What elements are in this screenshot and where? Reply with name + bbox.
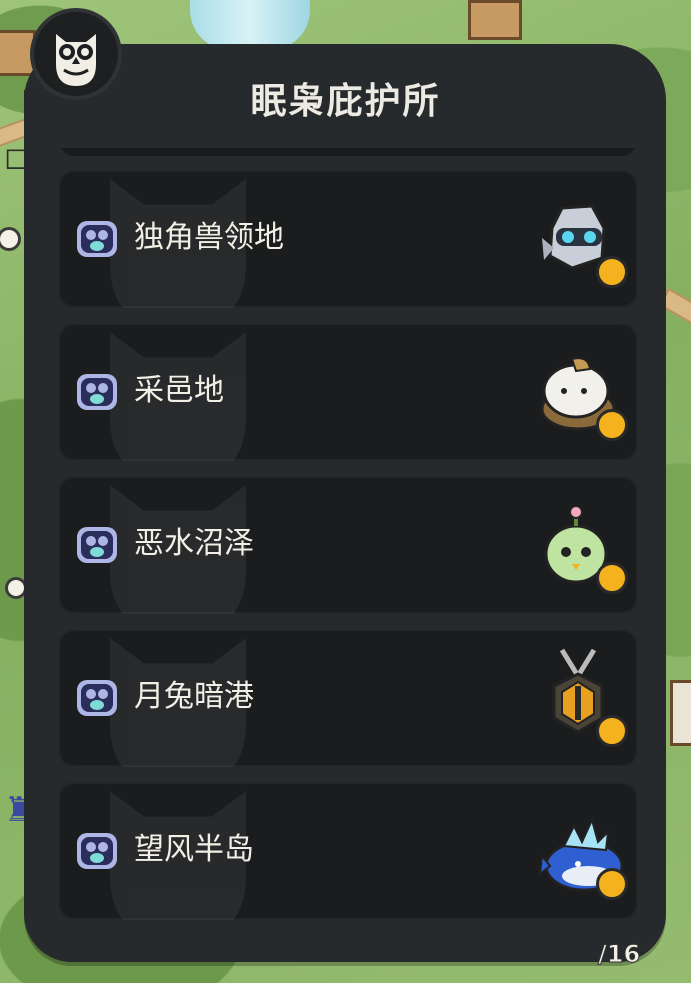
sanctuary-item-windwatch-peninsula[interactable]: 望风半岛 [58, 782, 638, 920]
owl-badge-icon [77, 374, 117, 410]
map-house [670, 680, 691, 746]
bell-icon [596, 868, 628, 900]
sanctuary-item-fief[interactable]: 采邑地 [58, 323, 638, 461]
bell-icon [596, 562, 628, 594]
owl-badge-icon [77, 680, 117, 716]
sanctuary-name: 望风半岛 [134, 832, 254, 867]
panel-title: 眠枭庇护所 [250, 81, 441, 122]
bell-icon [596, 409, 628, 441]
owl-badge-icon [77, 221, 117, 257]
map-flower-icon [8, 580, 24, 596]
sanctuary-list[interactable]: 独角兽领地 采邑地 恶水沼泽 月兔暗港 望风半岛 [58, 148, 638, 928]
list-item-partial [60, 148, 636, 156]
map-river [190, 0, 310, 50]
sanctuary-item-unicorn-territory[interactable]: 独角兽领地 [58, 170, 638, 308]
bell-icon [596, 715, 628, 747]
sanctuary-item-moon-rabbit-harbor[interactable]: 月兔暗港 [58, 629, 638, 767]
sanctuary-name: 月兔暗港 [134, 679, 254, 714]
bell-icon [596, 256, 628, 288]
sanctuary-name: 采邑地 [134, 373, 224, 408]
sanctuary-name: 独角兽领地 [134, 220, 284, 255]
map-house [468, 0, 522, 40]
owl-badge-icon [77, 833, 117, 869]
owl-badge-icon [77, 527, 117, 563]
sanctuary-item-foul-water-swamp[interactable]: 恶水沼泽 [58, 476, 638, 614]
map-page-indicator: /16 [597, 940, 641, 969]
map-flower-icon [0, 230, 18, 248]
sanctuary-name: 恶水沼泽 [134, 526, 254, 561]
